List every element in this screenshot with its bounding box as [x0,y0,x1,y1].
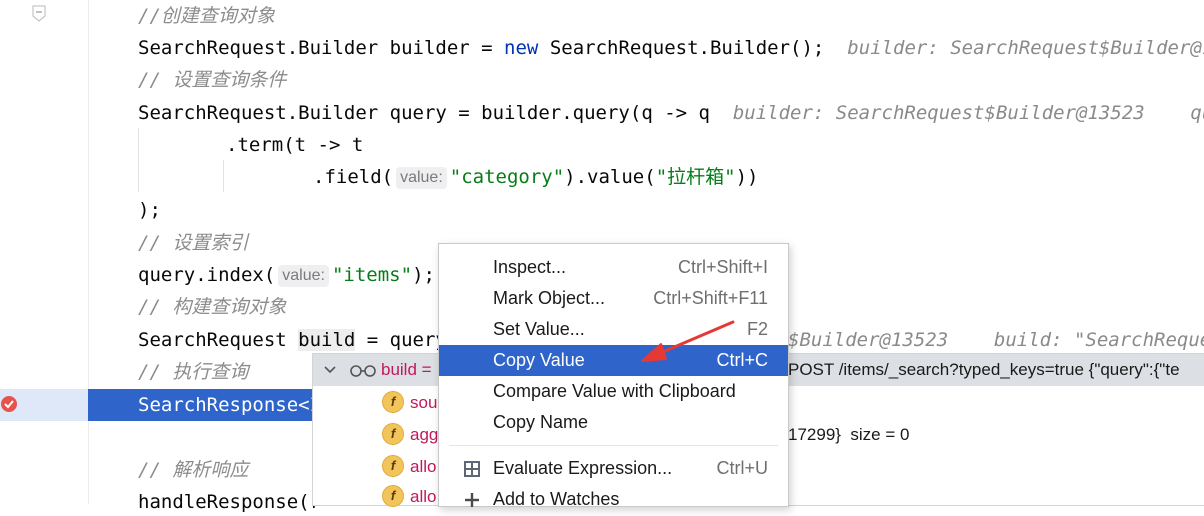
code-text: SearchRequest.Builder query = builder.qu… [138,102,710,124]
inline-debug-hint: builder: SearchRequest$Builder@13523 que… [732,102,1204,124]
menu-item-label: Mark Object... [493,288,606,308]
menu-item-label: Copy Name [493,412,589,432]
code-text: )) [735,166,759,188]
inline-debug-hint: $Builder@13523 build: "SearchRequest [788,329,1204,351]
tree-node-name[interactable]: sou [410,387,437,419]
code-text: query.index( [138,264,276,286]
menu-item-shortcut: Ctrl+Shift+F11 [653,288,768,308]
tree-node-name[interactable]: agg [410,419,438,451]
tree-node-name[interactable]: allo [410,481,436,513]
menu-item-label: Inspect... [493,257,567,277]
code-line: query.index(value: "items"); [138,261,435,289]
selected-variable[interactable]: build [298,329,356,351]
indent-guide [138,128,139,192]
tree-node-value: POST /items/_search?typed_keys=true {"qu… [788,360,1180,379]
menu-item-add-to-watches[interactable]: Add to Watches [439,484,788,515]
current-code-line: SearchResponse<I [138,394,322,416]
code-line: .field(value: "category").value("拉杆箱")) [313,163,758,191]
code-comment: // 构建查询对象 [138,296,287,318]
param-hint-chip: value: [396,167,447,189]
menu-item-label: Set Value... [493,319,585,339]
field-icon: f [382,455,404,477]
tree-node-value: 17299} size = 0 [788,425,910,444]
menu-item-shortcut: Ctrl+C [716,350,768,370]
menu-item-evaluate-expression[interactable]: Evaluate Expression... Ctrl+U [439,453,788,484]
code-line: .term(t -> t [226,134,364,156]
code-line: handleResponse(r [138,491,322,513]
code-text: SearchRequest.Builder(); [538,37,825,59]
string-literal: "拉杆箱" [655,166,736,188]
editor-gutter[interactable] [0,0,88,504]
code-line: SearchRequest build = query [138,326,447,354]
code-text: = query [355,329,447,351]
code-line: SearchRequest.Builder query = builder.qu… [138,99,1204,127]
code-comment: // 设置索引 [138,232,249,254]
fold-marker-icon[interactable] [32,5,46,22]
string-literal: "items" [331,264,413,286]
code-comment: // 执行查询 [138,361,249,383]
string-literal: "category" [449,166,565,188]
watch-glasses-icon [350,365,376,377]
code-line: ); [138,199,161,221]
expand-arrow-icon[interactable] [323,364,337,376]
tree-node-name[interactable]: allo [410,451,436,483]
menu-item-label: Compare Value with Clipboard [493,381,736,401]
code-comment: // 解析响应 [138,459,249,481]
code-line: SearchRequest.Builder builder = new Sear… [138,34,1204,62]
menu-item-shortcut: Ctrl+Shift+I [677,257,768,277]
code-comment: // 设置查询条件 [138,69,287,91]
menu-item-set-value[interactable]: Set Value... F2 [439,314,788,345]
menu-item-compare-value[interactable]: Compare Value with Clipboard [439,376,788,407]
menu-item-label: Evaluate Expression... [493,458,673,478]
menu-item-inspect[interactable]: Inspect... Ctrl+Shift+I [439,252,788,283]
inline-debug-hint: builder: SearchRequest$Builder@1352 [847,37,1204,59]
menu-item-shortcut: F2 [746,319,768,339]
menu-item-label: Copy Value [493,350,585,370]
plus-icon [465,493,479,507]
gutter-separator [88,0,89,504]
tree-node-name[interactable]: build = [381,354,432,386]
param-hint-chip: value: [278,265,329,287]
calculator-icon [464,461,480,477]
menu-item-copy-name[interactable]: Copy Name [439,407,788,438]
context-menu[interactable]: Inspect... Ctrl+Shift+I Mark Object... C… [438,243,789,509]
code-text: ); [412,264,435,286]
field-icon: f [382,423,404,445]
code-text: SearchRequest.Builder builder = [138,37,505,59]
breakpoint-icon[interactable] [0,393,20,415]
code-text: SearchRequest [138,329,299,351]
code-comment: //创建查询对象 [138,5,275,27]
field-icon: f [382,391,404,413]
keyword-new: new [504,37,539,59]
code-text: .field( [313,166,394,188]
indent-guide [223,160,224,192]
menu-item-shortcut: Ctrl+U [716,458,768,478]
menu-separator [449,445,778,446]
code-text: ).value( [564,166,656,188]
menu-item-label: Add to Watches [493,489,620,509]
menu-item-mark-object[interactable]: Mark Object... Ctrl+Shift+F11 [439,283,788,314]
menu-item-copy-value[interactable]: Copy Value Ctrl+C [439,345,788,376]
